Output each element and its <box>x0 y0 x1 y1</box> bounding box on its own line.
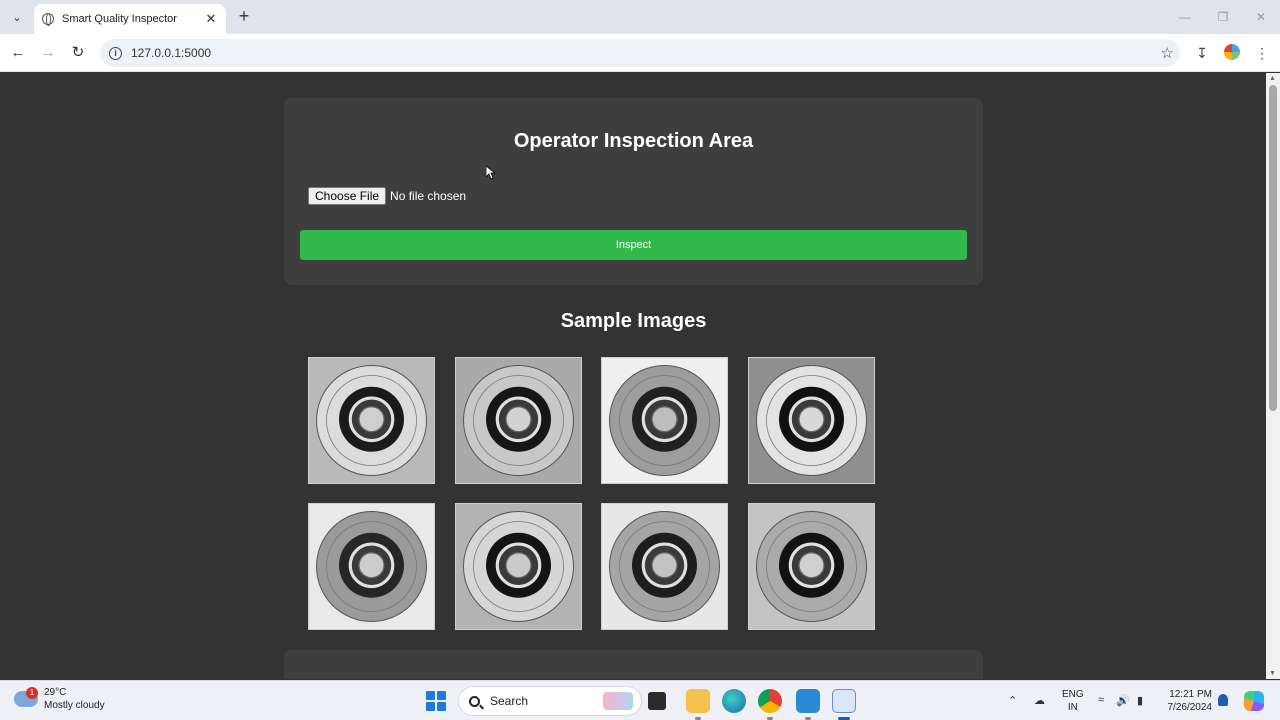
choose-file-button[interactable]: Choose File <box>308 187 387 205</box>
new-tab-icon[interactable]: + <box>234 7 254 27</box>
tab-close-icon[interactable]: ✕ <box>204 11 218 27</box>
copilot-icon[interactable] <box>1244 691 1264 711</box>
notification-bell-icon[interactable] <box>1218 694 1228 706</box>
date-text: 7/26/2024 <box>1167 702 1213 713</box>
casting-part-image <box>309 504 434 629</box>
wifi-icon[interactable]: ≈ <box>1098 694 1104 706</box>
restore-icon[interactable]: ❐ <box>1204 0 1242 34</box>
menu-kebab-icon[interactable]: ⋮ <box>1252 43 1272 63</box>
samples-title: Sample Images <box>560 310 707 332</box>
sample-image[interactable] <box>601 357 728 484</box>
temperature-text: 29°C <box>44 687 67 698</box>
tab-title: Smart Quality Inspector <box>62 13 177 25</box>
cloud-icon: 1 <box>14 687 38 707</box>
sample-image[interactable] <box>601 503 728 630</box>
file-input[interactable]: Choose File No file chosen <box>308 187 466 205</box>
sample-image[interactable] <box>455 357 582 484</box>
volume-icon[interactable]: 🔊 <box>1116 694 1130 707</box>
sample-image[interactable] <box>308 357 435 484</box>
weather-widget[interactable]: 1 29°C Mostly cloudy <box>14 686 105 712</box>
scroll-down-icon[interactable]: ▼ <box>1269 670 1276 677</box>
minimize-icon[interactable]: — <box>1166 0 1204 34</box>
search-highlight-image <box>603 692 633 710</box>
task-view-icon[interactable] <box>648 692 666 710</box>
browser-tab[interactable]: Smart Quality Inspector ✕ <box>34 4 226 34</box>
time-text: 12:21 PM <box>1169 689 1212 700</box>
sample-image[interactable] <box>308 503 435 630</box>
vscode-icon[interactable] <box>796 689 820 713</box>
casting-part-image <box>602 504 727 629</box>
file-status-text: No file chosen <box>390 189 467 203</box>
inspection-panel: Operator Inspection Area Choose File No … <box>284 98 983 285</box>
sample-image[interactable] <box>748 503 875 630</box>
search-icon <box>469 695 480 707</box>
browser-toolbar: ← → ↻ i 127.0.0.1:5000 ☆ ↧ ⋮ <box>0 34 1280 72</box>
language-indicator[interactable]: ENG IN <box>1062 688 1084 714</box>
weather-alert-badge: 1 <box>26 687 38 699</box>
sample-image[interactable] <box>748 357 875 484</box>
clock[interactable]: 12:21 PM 7/26/2024 <box>1160 688 1213 714</box>
taskbar-search[interactable]: Search <box>458 686 642 716</box>
scroll-thumb[interactable] <box>1269 85 1277 411</box>
battery-icon[interactable]: ▮ <box>1137 694 1143 707</box>
site-info-icon[interactable]: i <box>109 46 122 60</box>
page-scrollbar[interactable]: ▲ ▼ <box>1266 73 1280 679</box>
inspection-title: Operator Inspection Area <box>513 130 754 152</box>
back-arrow-icon[interactable]: ← <box>8 43 28 63</box>
casting-part-image <box>602 358 727 483</box>
result-panel <box>284 650 983 679</box>
url-text: 127.0.0.1:5000 <box>131 46 212 60</box>
weather-condition-text: Mostly cloudy <box>44 700 105 711</box>
language-code: ENG <box>1062 689 1084 700</box>
casting-part-image <box>749 504 874 629</box>
window-controls: — ❐ ✕ <box>1166 0 1280 34</box>
search-label: Search <box>490 694 529 708</box>
casting-part-image <box>456 358 581 483</box>
chrome-icon[interactable] <box>758 689 782 713</box>
tab-search-icon[interactable]: ⌄ <box>6 7 28 27</box>
address-bar[interactable]: i 127.0.0.1:5000 ☆ <box>100 39 1180 67</box>
download-icon[interactable]: ↧ <box>1192 43 1212 63</box>
bookmark-star-icon[interactable]: ☆ <box>1161 44 1174 62</box>
windows-start-icon[interactable] <box>426 691 446 711</box>
inspect-button[interactable]: Inspect <box>300 230 967 260</box>
chevron-up-icon[interactable]: ⌃ <box>1008 694 1017 707</box>
globe-icon <box>42 13 54 26</box>
page-content: Operator Inspection Area Choose File No … <box>0 73 1266 679</box>
windows-taskbar: 1 29°C Mostly cloudy Search ⌃ ☁ ENG IN ≈… <box>0 680 1280 720</box>
casting-part-image <box>309 358 434 483</box>
window-close-icon[interactable]: ✕ <box>1242 0 1280 34</box>
profile-avatar[interactable] <box>1224 44 1240 60</box>
onedrive-icon[interactable]: ☁ <box>1034 694 1045 707</box>
snipping-tool-icon[interactable] <box>832 689 856 713</box>
edge-icon[interactable] <box>722 689 746 713</box>
mouse-cursor-icon <box>486 166 496 180</box>
sample-image[interactable] <box>455 503 582 630</box>
forward-arrow-icon[interactable]: → <box>38 43 58 63</box>
casting-part-image <box>749 358 874 483</box>
file-explorer-icon[interactable] <box>686 689 710 713</box>
scroll-up-icon[interactable]: ▲ <box>1269 75 1276 82</box>
language-region: IN <box>1067 702 1078 713</box>
reload-icon[interactable]: ↻ <box>68 43 88 63</box>
browser-tab-bar: ⌄ Smart Quality Inspector ✕ + — ❐ ✕ <box>0 0 1280 34</box>
casting-part-image <box>456 504 581 629</box>
